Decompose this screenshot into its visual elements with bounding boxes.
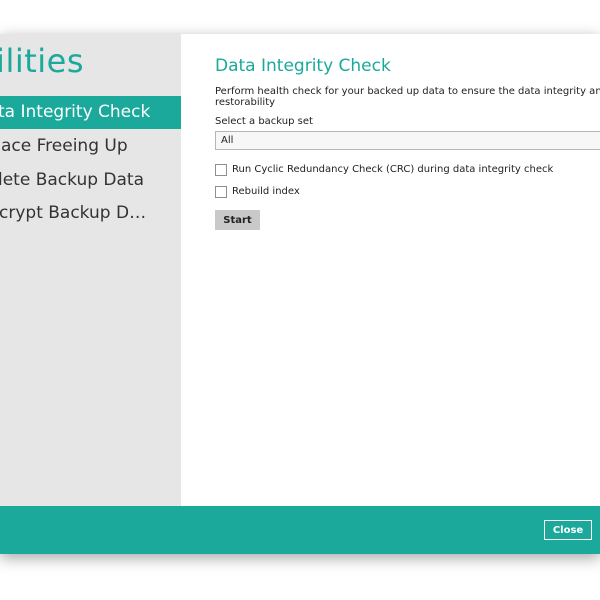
sidebar-item-label: crypt Backup D… (0, 203, 147, 223)
description-text: Perform health check for your backed up … (215, 86, 600, 108)
crc-checkbox[interactable] (215, 164, 227, 176)
start-button[interactable]: Start (215, 210, 260, 230)
close-button[interactable]: Close (544, 520, 592, 540)
rebuild-index-label: Rebuild index (232, 186, 300, 197)
sidebar-item-data-integrity-check[interactable]: ta Integrity Check (0, 96, 181, 129)
sidebar-item-label: lete Backup Data (0, 170, 145, 190)
rebuild-index-option[interactable]: Rebuild index (215, 186, 335, 200)
sidebar-item-label: ace Freeing Up (1, 136, 128, 156)
crc-checkbox-label: Run Cyclic Redundancy Check (CRC) during… (232, 164, 554, 175)
sidebar-item-delete-backup-data[interactable]: lete Backup Data (0, 164, 181, 197)
sidebar-item-decrypt-backup-data[interactable]: crypt Backup D… (0, 197, 181, 230)
rebuild-index-checkbox[interactable] (215, 186, 227, 198)
sidebar-title: tilities (0, 42, 85, 80)
page-title: Data Integrity Check (215, 56, 391, 76)
sidebar-item-space-freeing-up[interactable]: ace Freeing Up (0, 130, 181, 163)
main-content: Data Integrity Check Perform health chec… (181, 34, 600, 506)
footer-bar: Close (0, 506, 600, 554)
utilities-window: tilities ta Integrity Check ace Freeing … (0, 34, 600, 554)
crc-option[interactable]: Run Cyclic Redundancy Check (CRC) during… (215, 164, 555, 178)
sidebar-item-label: ta Integrity Check (0, 102, 151, 122)
backup-set-label: Select a backup set (215, 116, 313, 127)
sidebar: tilities ta Integrity Check ace Freeing … (0, 34, 181, 506)
backup-set-select[interactable]: All (215, 131, 600, 150)
